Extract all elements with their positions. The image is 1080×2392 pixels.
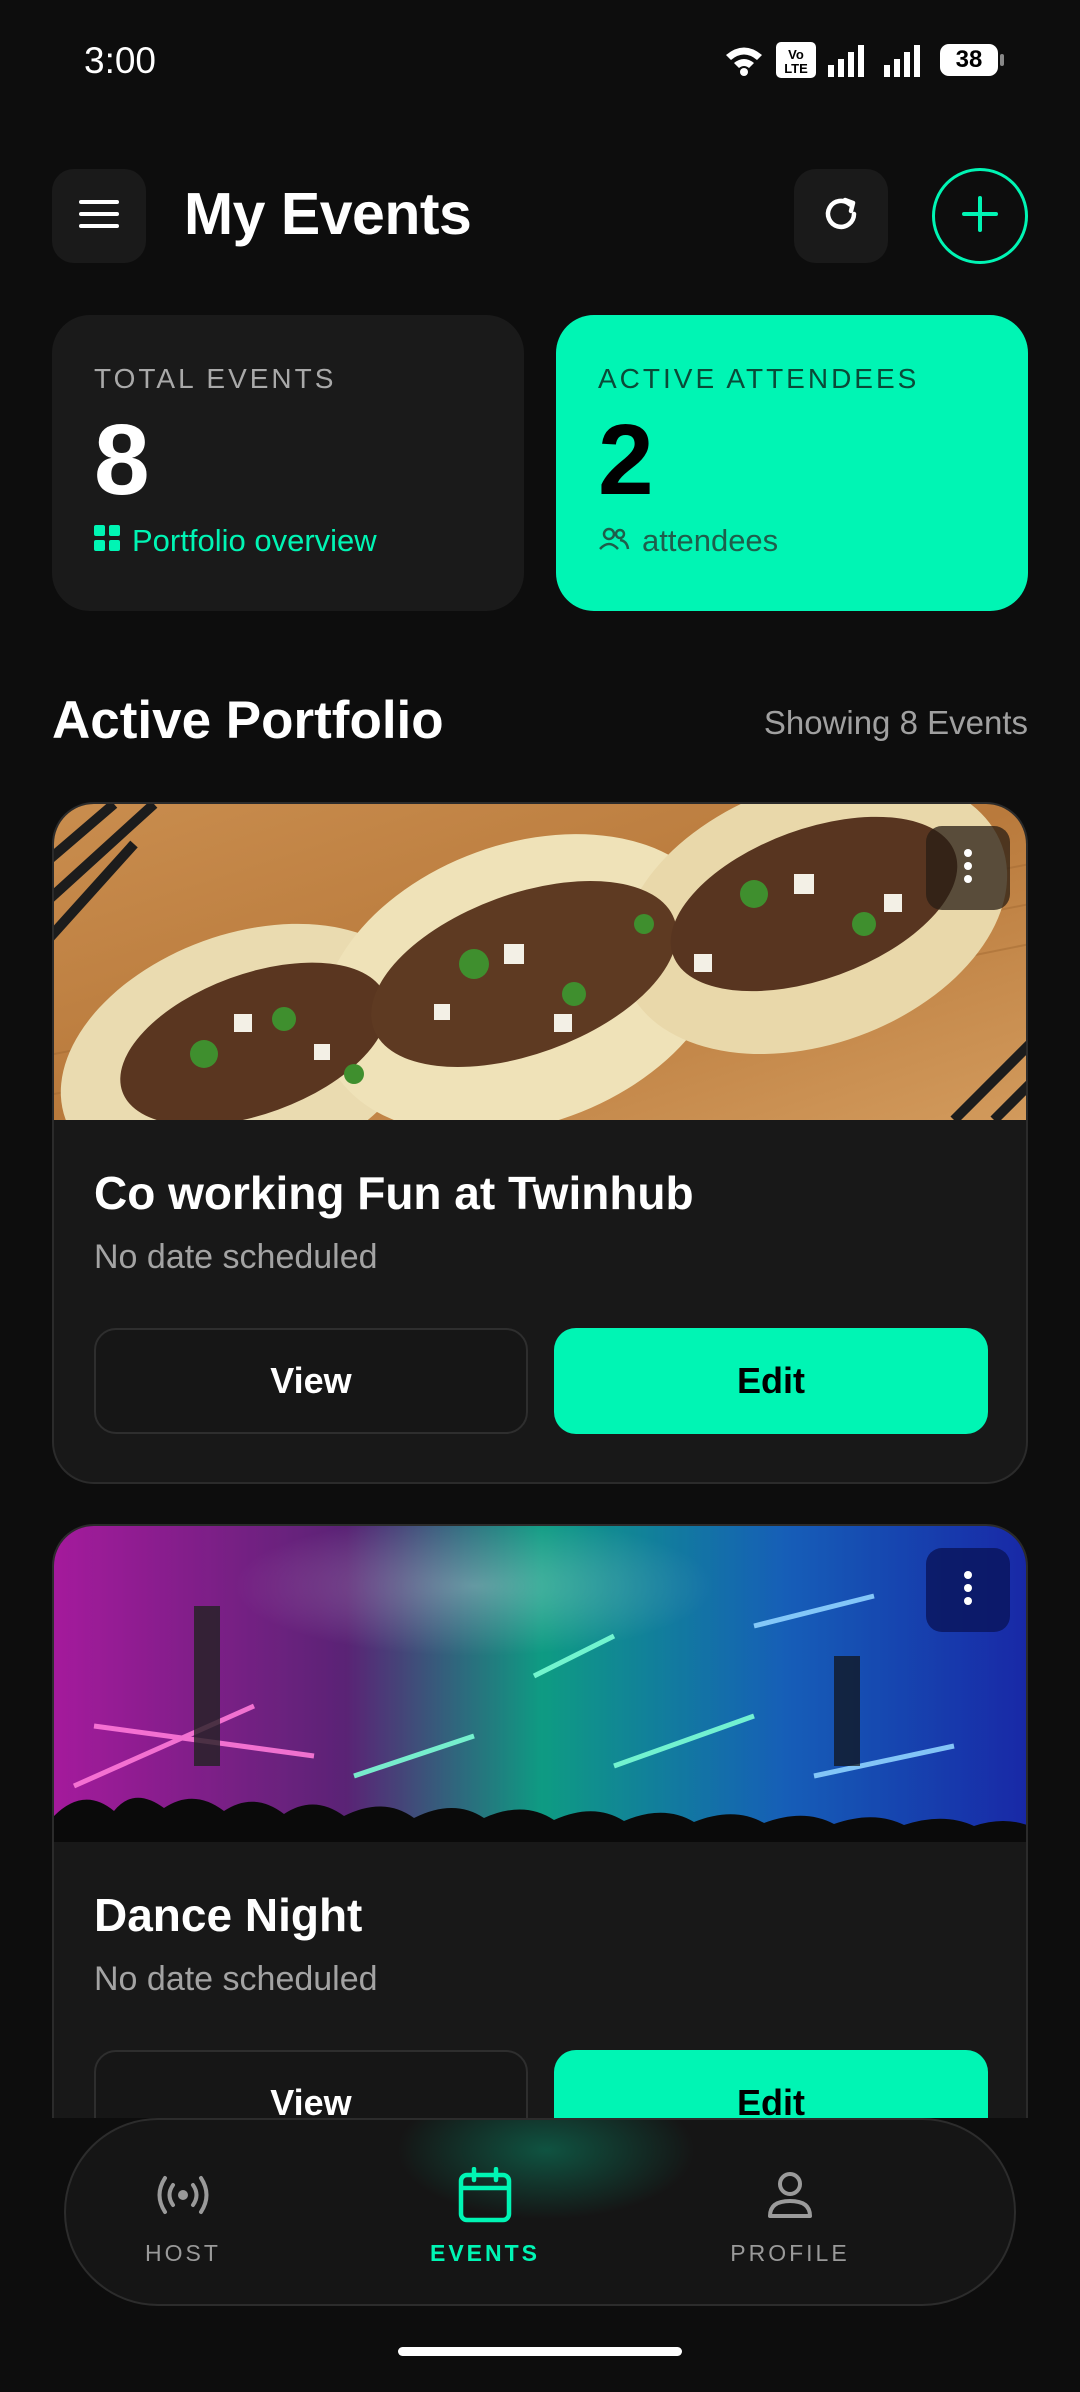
event-title: Co working Fun at Twinhub bbox=[94, 1167, 694, 1219]
events-count: Showing 8 Events bbox=[763, 704, 1028, 741]
person-icon bbox=[680, 2164, 900, 2226]
bottom-navigation: HOST EVENTS PROFILE bbox=[64, 2118, 1016, 2306]
event-card[interactable]: Dance Night No date scheduled View Edit bbox=[52, 1524, 1028, 2206]
status-time: 3:00 bbox=[84, 40, 157, 81]
grid-icon bbox=[94, 523, 120, 559]
stat-footer-text: attendees bbox=[642, 523, 779, 558]
nav-item-host[interactable]: HOST bbox=[73, 2164, 293, 2267]
menu-button[interactable] bbox=[52, 169, 146, 263]
calendar-icon bbox=[375, 2164, 595, 2226]
refresh-icon bbox=[821, 194, 861, 239]
nav-label: HOST bbox=[145, 2240, 221, 2266]
more-vertical-icon bbox=[962, 848, 974, 889]
more-options-button[interactable] bbox=[926, 1548, 1010, 1632]
plus-icon bbox=[960, 194, 1000, 239]
home-indicator[interactable] bbox=[398, 2347, 682, 2356]
more-options-button[interactable] bbox=[926, 826, 1010, 910]
edit-button[interactable]: Edit bbox=[554, 1328, 988, 1434]
stat-value: 2 bbox=[598, 404, 654, 516]
volte-icon: Vo LTE bbox=[776, 42, 816, 78]
event-date: No date scheduled bbox=[94, 1960, 378, 1998]
event-image bbox=[54, 804, 1026, 1120]
refresh-button[interactable] bbox=[794, 169, 888, 263]
total-events-card: TOTAL EVENTS 8 Portfolio overview bbox=[52, 315, 524, 611]
nav-item-profile[interactable]: PROFILE bbox=[680, 2164, 900, 2267]
broadcast-icon bbox=[73, 2164, 293, 2226]
more-vertical-icon bbox=[962, 1570, 974, 1611]
stat-label: TOTAL EVENTS bbox=[94, 363, 337, 394]
signal-icon bbox=[828, 43, 872, 77]
view-button[interactable]: View bbox=[94, 1328, 528, 1434]
event-image bbox=[54, 1526, 1026, 1842]
stat-label: ACTIVE ATTENDEES bbox=[598, 363, 920, 394]
stat-footer: Portfolio overview bbox=[94, 523, 482, 559]
page-title: My Events bbox=[184, 181, 472, 247]
active-attendees-card: ACTIVE ATTENDEES 2 attendees bbox=[556, 315, 1028, 611]
event-title: Dance Night bbox=[94, 1889, 363, 1941]
wifi-icon bbox=[724, 44, 764, 76]
stat-value: 8 bbox=[94, 404, 150, 516]
header: My Events bbox=[52, 168, 1028, 264]
battery-icon: 38 bbox=[940, 44, 1004, 76]
nav-label: PROFILE bbox=[730, 2240, 850, 2266]
stat-footer: attendees bbox=[598, 523, 986, 559]
section-title: Active Portfolio bbox=[52, 691, 444, 750]
status-bar: 3:00 Vo LTE 38 bbox=[0, 0, 1080, 125]
event-date: No date scheduled bbox=[94, 1238, 378, 1276]
hamburger-menu-icon bbox=[79, 199, 119, 234]
people-icon bbox=[598, 523, 630, 559]
signal-icon bbox=[884, 43, 928, 77]
event-card[interactable]: Co working Fun at Twinhub No date schedu… bbox=[52, 802, 1028, 1484]
add-event-button[interactable] bbox=[932, 168, 1028, 264]
status-icons: Vo LTE 38 bbox=[724, 42, 1004, 78]
stat-footer-text: Portfolio overview bbox=[132, 523, 377, 558]
nav-item-events[interactable]: EVENTS bbox=[375, 2164, 595, 2267]
nav-label: EVENTS bbox=[429, 2240, 541, 2266]
